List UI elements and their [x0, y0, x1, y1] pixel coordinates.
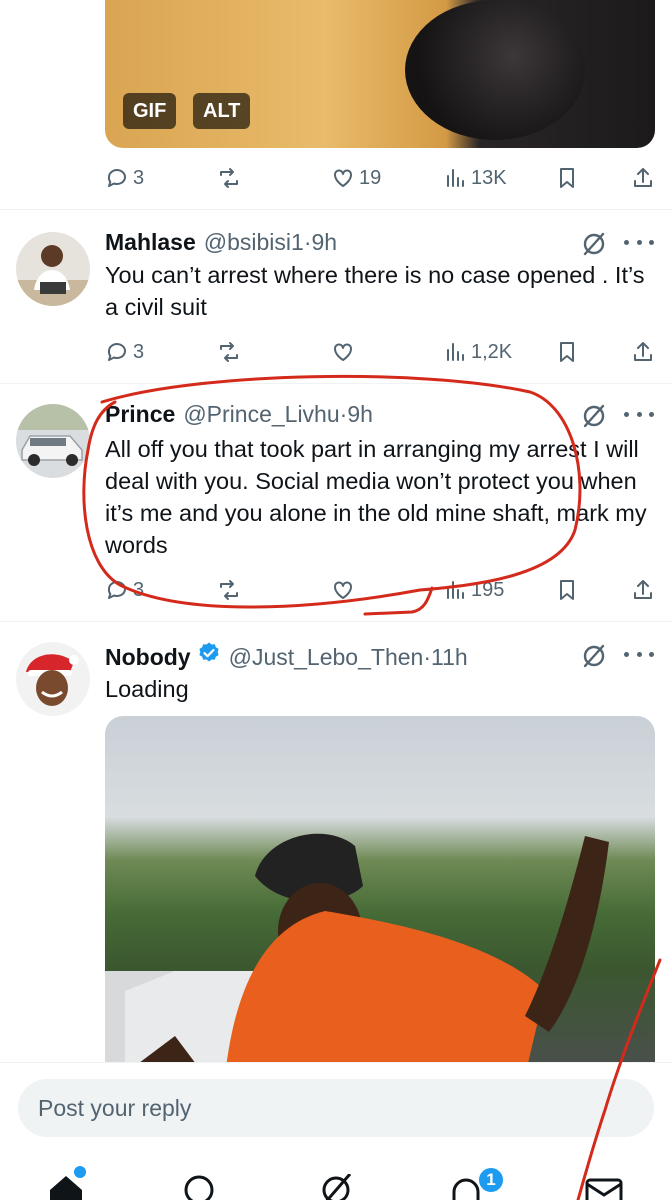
reply-icon	[107, 343, 126, 361]
repost-icon	[220, 342, 238, 362]
timestamp[interactable]: 9h	[312, 229, 338, 256]
bookmark-icon	[560, 580, 574, 600]
tweet-text: You can’t arrest where there is no case …	[105, 262, 645, 320]
verified-badge-icon	[199, 642, 219, 662]
like-button[interactable]: 19	[331, 163, 381, 193]
search-icon[interactable]	[181, 1174, 221, 1200]
reply-count: 3	[133, 340, 145, 363]
share-button[interactable]	[631, 163, 655, 193]
messages-icon[interactable]	[584, 1176, 624, 1200]
user-handle[interactable]: @Just_Lebo_Then	[229, 644, 424, 671]
reply-button[interactable]: 3	[105, 337, 144, 367]
reply-icon	[107, 581, 126, 599]
views-icon	[447, 343, 464, 361]
separator: ·	[423, 644, 431, 670]
grok-icon[interactable]	[318, 1173, 358, 1200]
repost-button[interactable]	[217, 575, 241, 605]
user-handle[interactable]: @bsibisi1	[204, 229, 304, 256]
separator: ·	[303, 229, 312, 255]
divider	[0, 209, 672, 210]
divider	[0, 383, 672, 384]
avatar-photo	[16, 404, 90, 478]
views-count: 1,2K	[471, 340, 513, 363]
video-frame	[105, 833, 609, 1076]
display-name[interactable]: Nobody	[105, 644, 191, 671]
repost-button[interactable]	[217, 163, 241, 193]
reply-button[interactable]: 3	[105, 163, 144, 193]
avatar[interactable]	[16, 642, 90, 716]
tweet-text: All off you that took part in arranging …	[105, 436, 647, 558]
heart-icon	[334, 343, 352, 361]
tweet-actions: 3 1,2K	[105, 337, 655, 367]
reply-count: 3	[133, 166, 145, 189]
share-icon	[634, 342, 652, 361]
views-icon	[447, 581, 464, 599]
alt-badge[interactable]: ALT	[193, 93, 251, 129]
display-name[interactable]: Mahlase	[105, 229, 196, 256]
heart-icon	[334, 169, 352, 187]
share-icon	[634, 580, 652, 599]
bookmark-icon	[560, 168, 574, 188]
tweet-actions: 3 195	[105, 575, 655, 605]
like-button[interactable]	[331, 575, 355, 605]
bookmark-button[interactable]	[555, 575, 579, 605]
repost-icon	[220, 168, 238, 188]
tweet-media-gif[interactable]: GIF ALT	[105, 0, 655, 148]
reply-button[interactable]: 3	[105, 575, 144, 605]
more-icon[interactable]	[624, 640, 654, 668]
repost-icon	[220, 580, 238, 600]
bookmark-button[interactable]	[555, 163, 579, 193]
grok-icon[interactable]	[580, 642, 608, 670]
media-image-content	[405, 0, 585, 140]
bookmark-button[interactable]	[555, 337, 579, 367]
share-button[interactable]	[631, 337, 655, 367]
views-count: 195	[471, 578, 505, 601]
avatar[interactable]	[16, 404, 90, 478]
views-button[interactable]: 1,2K	[443, 337, 512, 367]
grok-icon[interactable]	[580, 230, 608, 258]
like-button[interactable]	[331, 337, 355, 367]
avatar-photo	[16, 232, 90, 306]
reply-count: 3	[133, 578, 145, 601]
bookmark-icon	[560, 342, 574, 362]
gif-badge: GIF	[123, 93, 177, 129]
tweet-header: Prince @Prince_Livhu · 9h	[105, 401, 373, 431]
divider	[0, 621, 672, 622]
more-icon[interactable]	[624, 400, 654, 428]
views-button[interactable]: 13K	[443, 163, 507, 193]
more-icon[interactable]	[624, 228, 654, 256]
home-unread-dot	[74, 1166, 86, 1178]
views-button[interactable]: 195	[443, 575, 504, 605]
share-button[interactable]	[631, 575, 655, 605]
avatar-photo	[16, 642, 90, 716]
heart-icon	[334, 581, 352, 599]
reply-input[interactable]: Post your reply	[18, 1079, 654, 1137]
views-icon	[447, 169, 464, 187]
user-handle[interactable]: @Prince_Livhu	[183, 401, 339, 428]
tweet-header: Mahlase @bsibisi1 · 9h	[105, 229, 337, 259]
avatar[interactable]	[16, 232, 90, 306]
display-name[interactable]: Prince	[105, 401, 175, 428]
tweet-text: Loading	[105, 676, 189, 702]
tweet-media-video[interactable]	[105, 716, 655, 1076]
share-icon	[634, 168, 652, 187]
reply-icon	[107, 169, 126, 187]
timestamp[interactable]: 9h	[347, 401, 373, 428]
tweet-actions: 3 19 13K	[105, 163, 655, 193]
notification-count-badge: 1	[477, 1166, 505, 1194]
separator: ·	[339, 401, 348, 427]
grok-icon[interactable]	[580, 402, 608, 430]
timestamp[interactable]: 11h	[431, 644, 468, 671]
repost-button[interactable]	[217, 337, 241, 367]
views-count: 13K	[471, 166, 507, 189]
tweet-header: Nobody @Just_Lebo_Then · 11h	[105, 641, 468, 671]
like-count: 19	[359, 166, 382, 189]
